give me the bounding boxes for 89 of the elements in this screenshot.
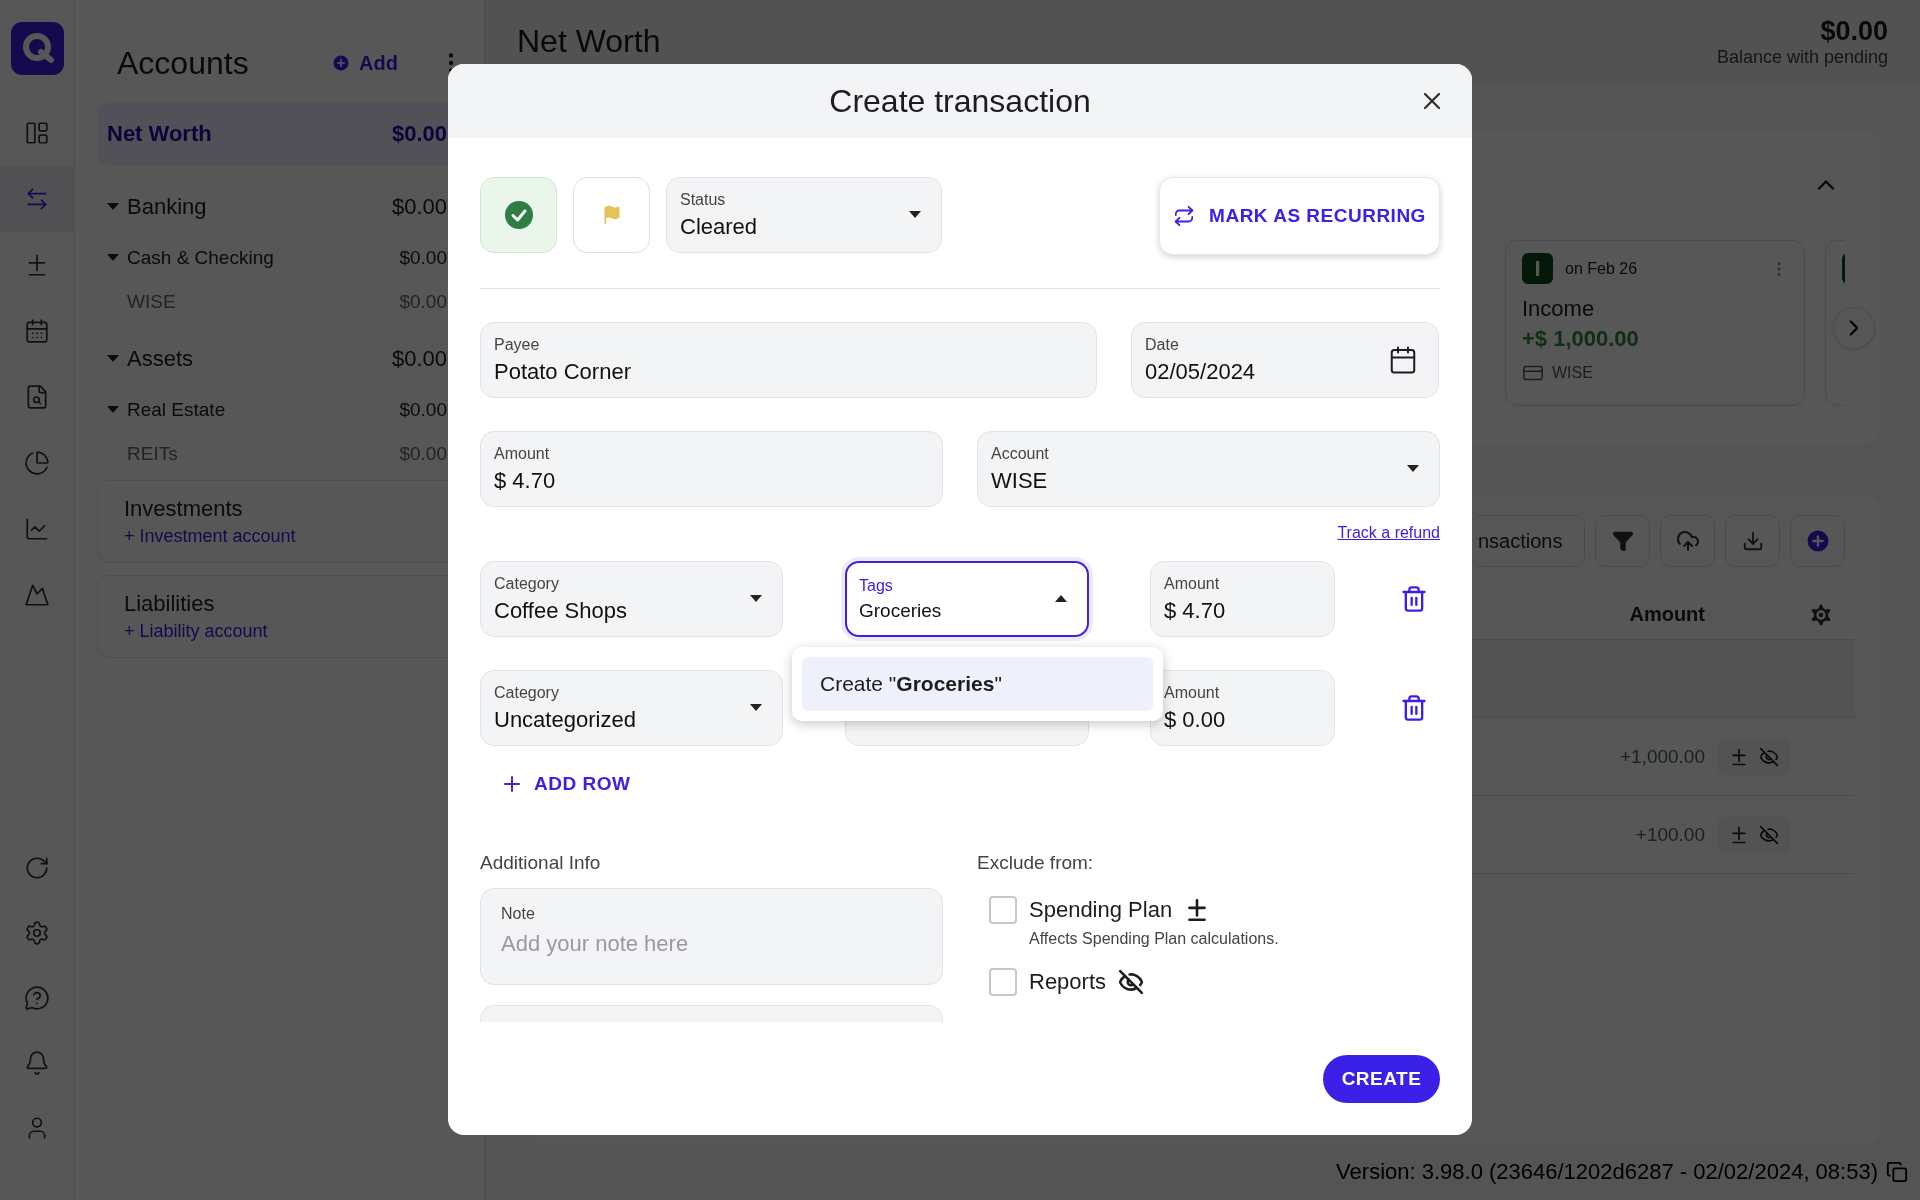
account-name: WISE <box>1552 364 1593 382</box>
section-title: Investments <box>124 496 244 522</box>
checkbox[interactable] <box>989 968 1017 996</box>
recurring-name: Income <box>1522 296 1596 322</box>
add-row-button[interactable]: ADD ROW <box>500 766 631 802</box>
account-balance: $0.00 <box>391 346 447 372</box>
upload-button[interactable] <box>1660 515 1715 567</box>
balance-label: Balance with pending <box>1716 46 1888 68</box>
amount-field[interactable]: Amount $ 4.70 <box>480 431 943 507</box>
create-button[interactable]: CREATE <box>1323 1054 1440 1103</box>
note-field[interactable]: Note Add your note here <box>480 888 943 985</box>
amount-cell-text: +100.00 <box>1634 823 1705 846</box>
flag-button[interactable] <box>573 177 650 253</box>
eye-off-icon <box>1759 824 1779 845</box>
caret-icon <box>1055 595 1067 603</box>
checkbox[interactable] <box>989 896 1017 924</box>
caret-icon <box>909 211 921 219</box>
option-label: Reports <box>1029 969 1107 995</box>
dialog-title: Create transaction <box>829 82 1091 120</box>
section-title: Exclude from: <box>977 852 1095 874</box>
check-circle-icon <box>504 201 533 229</box>
panel-title: Accounts <box>117 44 250 82</box>
menu-item[interactable]: Create "Groceries" <box>802 657 1153 711</box>
dashboard-icon <box>24 120 50 146</box>
filter-button[interactable] <box>1595 515 1650 567</box>
delete-button[interactable] <box>1400 585 1428 613</box>
mark-recurring-button[interactable]: MARK AS RECURRING <box>1159 177 1440 255</box>
payee-field[interactable]: Payee Potato Corner <box>480 322 1097 398</box>
amount-cell-text: +1,000.00 <box>1618 745 1705 768</box>
cleared-toggle[interactable] <box>480 177 557 253</box>
section-title: Liabilities <box>124 591 216 617</box>
caret-icon[interactable] <box>107 203 119 211</box>
add-transaction-button[interactable] <box>1790 515 1845 567</box>
category-select[interactable]: Category Coffee Shops <box>480 561 783 637</box>
filter-icon <box>1611 530 1634 552</box>
net-worth-value: $0.00 <box>391 121 447 147</box>
account-select[interactable]: Account WISE <box>977 431 1440 507</box>
balance-value: $0.00 <box>1820 15 1888 47</box>
caret-icon <box>750 704 762 712</box>
caret-icon[interactable] <box>107 254 119 262</box>
plus-minus-icon <box>1729 746 1749 767</box>
nav-item[interactable] <box>0 166 75 232</box>
recurring-amount: +$ 1,000.00 <box>1522 326 1640 352</box>
download-button[interactable] <box>1725 515 1780 567</box>
cloud-upload-icon <box>1675 529 1700 553</box>
repeat-icon <box>1173 205 1196 227</box>
caret-icon <box>750 595 762 603</box>
status-select[interactable]: Status Cleared <box>666 177 942 253</box>
option-description: Affects Spending Plan calculations. <box>1028 930 1280 948</box>
help-icon <box>24 984 50 1011</box>
split-amount-field[interactable]: Amount $ 4.70 <box>1150 561 1335 637</box>
account-balance: $0.00 <box>399 399 447 421</box>
bell-icon <box>24 1049 50 1076</box>
report-search-icon <box>24 384 50 410</box>
due-date: on Feb 26 <box>1565 259 1639 278</box>
settings-icon <box>24 919 50 946</box>
account-balance: $0.00 <box>399 247 447 269</box>
search-field[interactable]: nsactions <box>1471 515 1585 567</box>
caret-icon[interactable] <box>107 406 119 414</box>
logo-icon[interactable] <box>10 22 64 75</box>
track-refund-link[interactable]: Track a refund <box>1337 524 1440 548</box>
line-chart-icon <box>24 516 50 542</box>
account-balance: $0.00 <box>391 194 447 220</box>
delete-button[interactable] <box>1400 694 1428 722</box>
date-field[interactable]: Date 02/05/2024 <box>1131 322 1439 398</box>
arrows-icon <box>24 186 50 212</box>
caret-icon <box>1407 465 1419 473</box>
split-amount-field[interactable]: Amount $ 0.00 <box>1150 670 1335 746</box>
refresh-icon <box>24 854 50 881</box>
mountain-icon <box>24 582 50 608</box>
caret-icon[interactable] <box>107 355 119 363</box>
initial-badge: I <box>1522 253 1553 284</box>
plus-icon <box>331 53 352 73</box>
option-label: Spending Plan <box>1029 897 1173 923</box>
plus-minus-icon <box>1729 824 1749 845</box>
eye-off-icon <box>1118 969 1145 995</box>
next-button[interactable] <box>1833 307 1875 349</box>
pie-chart-icon <box>24 450 50 476</box>
page-title: Net Worth <box>517 23 661 60</box>
version-text: Version: 3.98.0 (23646/1202d6287 - 02/02/2024, 08:53) <box>1336 1159 1878 1185</box>
copy-icon[interactable] <box>1886 1161 1908 1183</box>
calendar-icon[interactable] <box>1388 345 1418 375</box>
download-icon <box>1741 530 1764 552</box>
category-select[interactable]: Category Uncategorized <box>480 670 783 746</box>
eye-off-icon <box>1759 746 1779 767</box>
calendar-icon <box>24 318 50 344</box>
net-worth-label: Net Worth <box>107 121 212 147</box>
note-input[interactable]: Add your note here <box>501 931 922 957</box>
section-title: Additional Info <box>480 852 602 874</box>
